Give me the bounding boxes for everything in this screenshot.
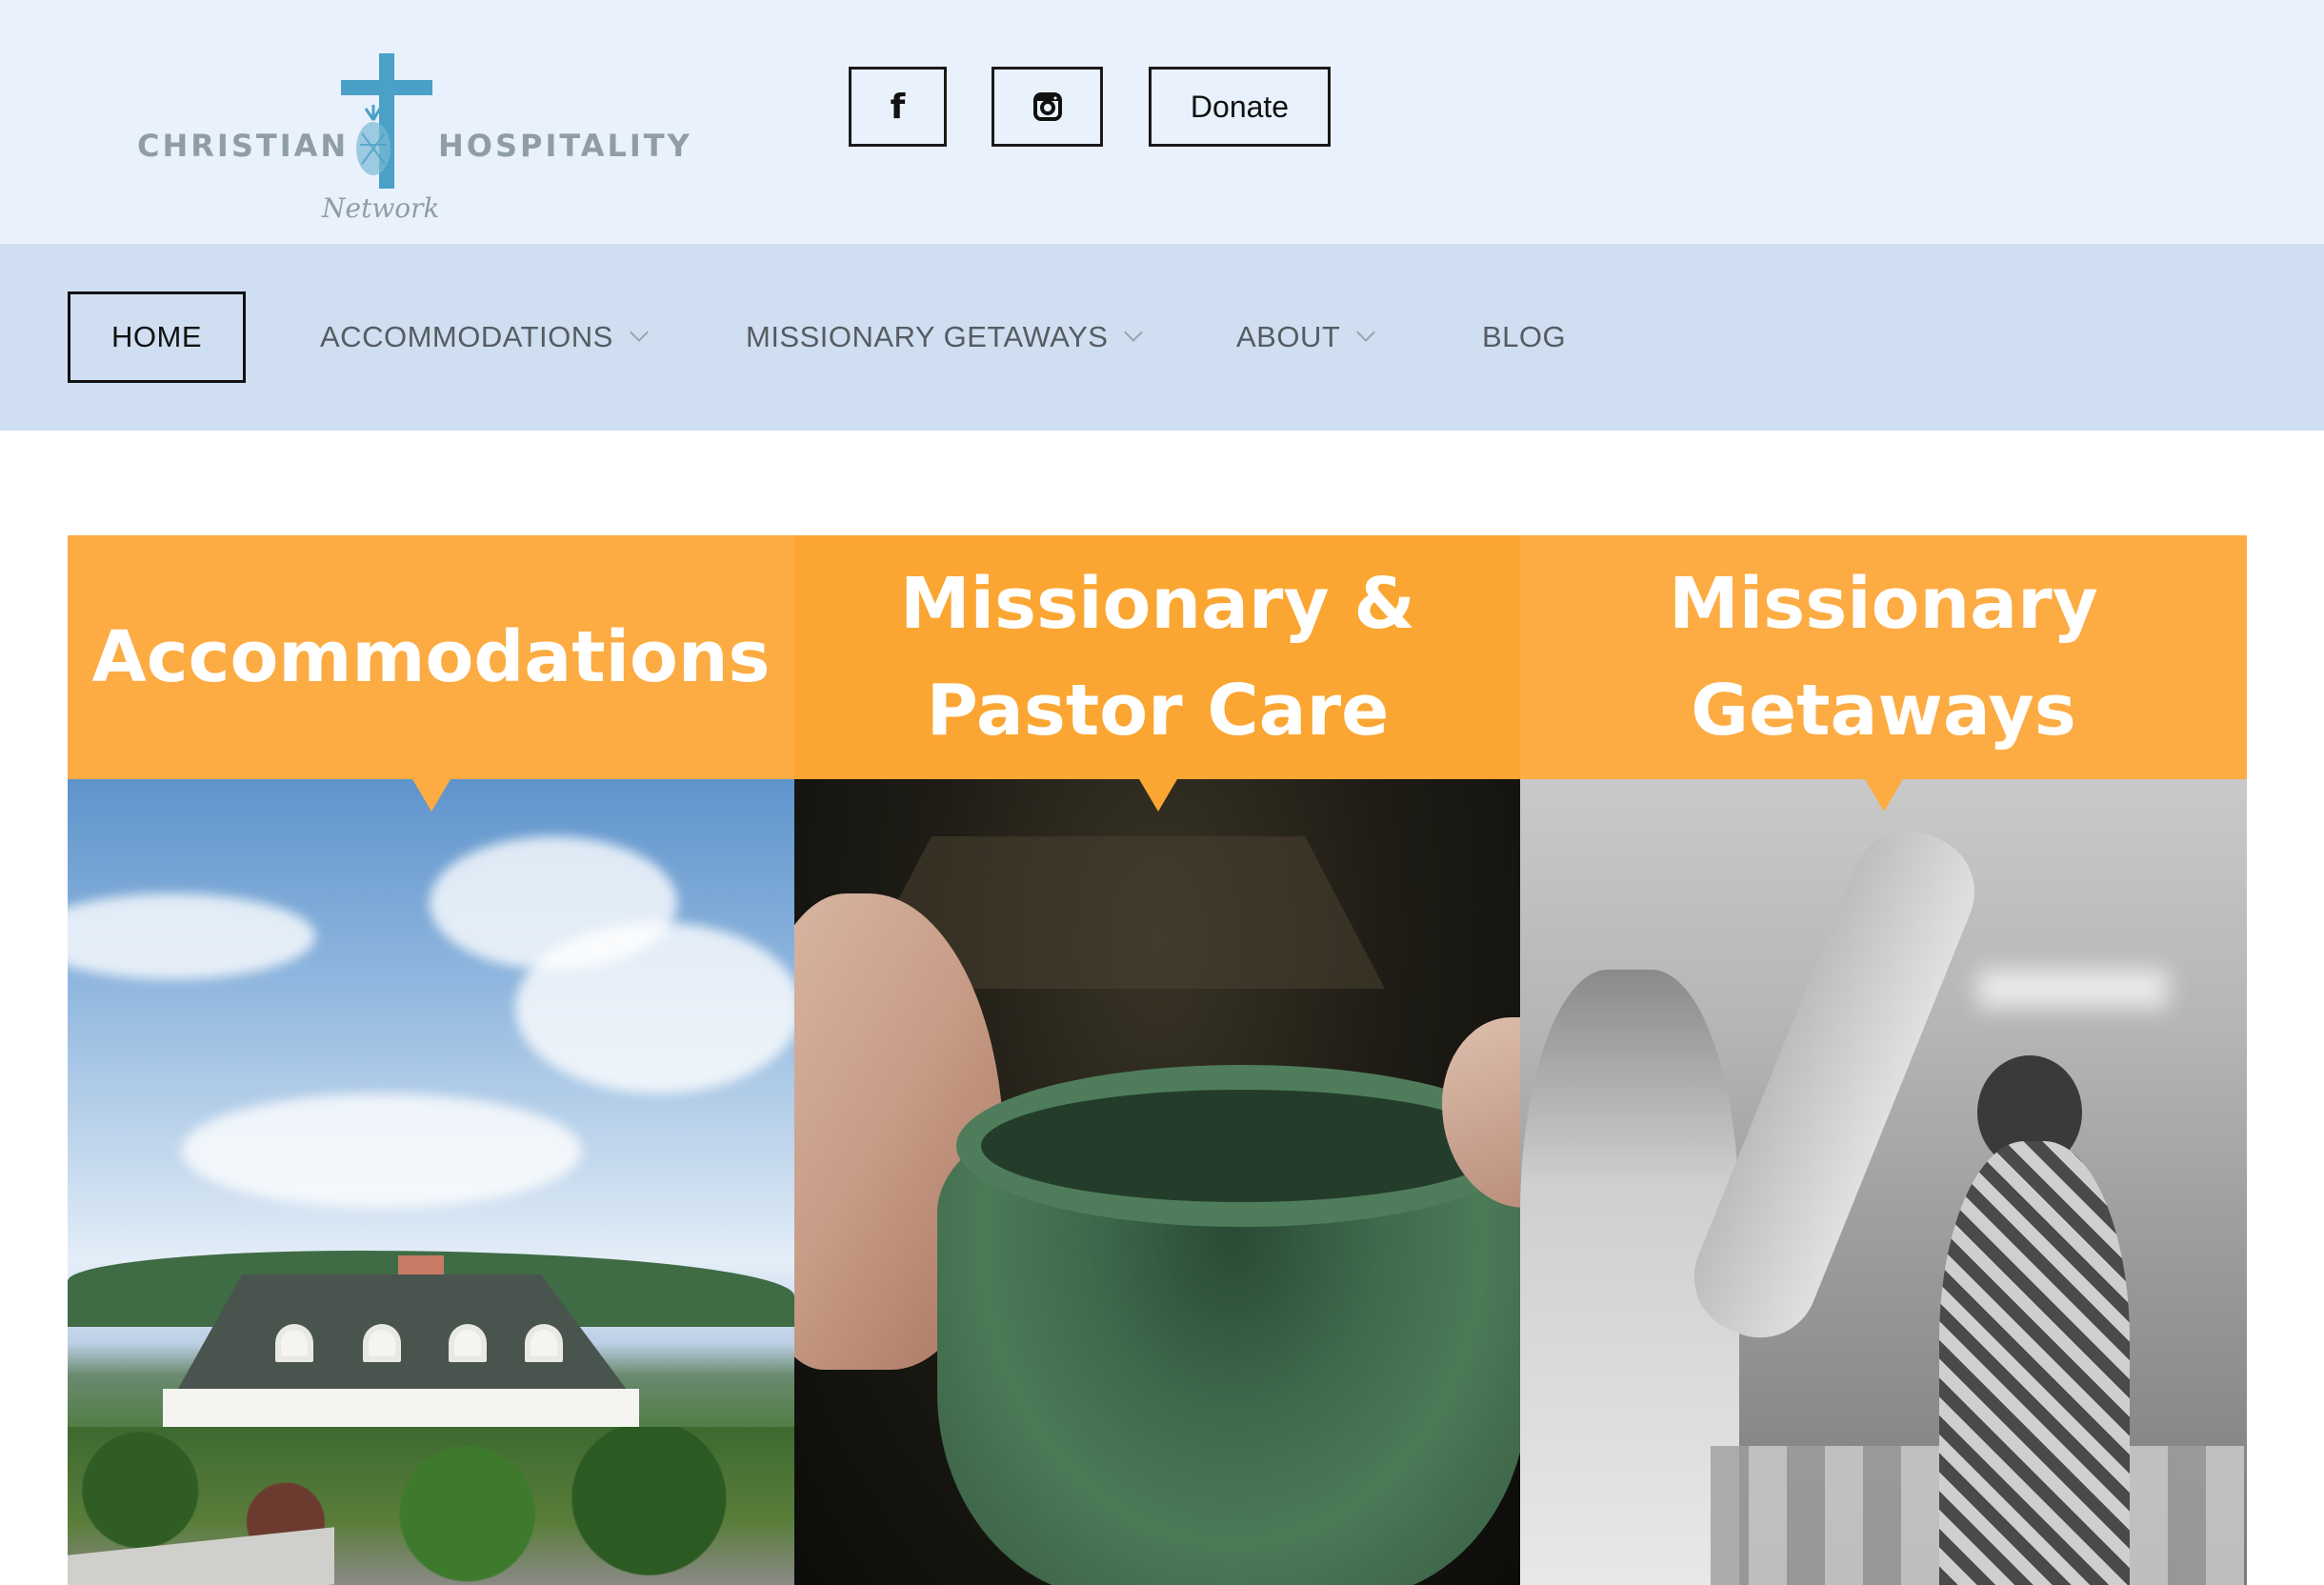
card-banner: Missionary & Pastor Care <box>794 535 1521 779</box>
site-logo[interactable]: CHRISTIAN HOSPITALITY Network <box>133 53 690 234</box>
facebook-button[interactable]: f <box>849 67 947 147</box>
nav-item-label: ACCOMMODATIONS <box>320 320 613 353</box>
banner-pointer <box>411 779 451 812</box>
logo-word-christian: CHRISTIAN <box>137 128 350 164</box>
card-banner: Accommodations <box>68 535 794 779</box>
nav-item-home[interactable]: HOME <box>68 291 246 383</box>
nav-item-label: MISSIONARY GETAWAYS <box>746 320 1109 353</box>
instagram-icon <box>1032 92 1062 121</box>
green-mug-in-hands-photo <box>794 779 1521 1585</box>
card-title-line: Getaways <box>1691 670 2076 752</box>
nav-item-label: ABOUT <box>1236 320 1341 353</box>
cross-pineapple-icon <box>341 53 432 189</box>
house-with-sky-photo <box>68 779 794 1585</box>
card-missionary-getaways[interactable]: Missionary Getaways <box>1520 535 2247 1585</box>
main-nav: HOME ACCOMMODATIONS MISSIONARY GETAWAYS … <box>0 244 2324 431</box>
card-accommodations[interactable]: Accommodations <box>68 535 794 1585</box>
site-header: CHRISTIAN HOSPITALITY Network f Donate <box>0 0 2324 244</box>
nav-item-blog[interactable]: BLOG <box>1482 291 1566 383</box>
nav-item-missionary-getaways[interactable]: MISSIONARY GETAWAYS <box>746 291 1144 383</box>
banner-pointer <box>1138 779 1177 812</box>
card-missionary-pastor-care[interactable]: Missionary & Pastor Care <box>794 535 1521 1585</box>
chevron-down-icon <box>629 323 649 342</box>
card-title-line: Missionary <box>1669 563 2098 645</box>
nav-item-label: HOME <box>111 320 202 353</box>
logo-subtitle: Network <box>322 192 440 224</box>
nav-item-about[interactable]: ABOUT <box>1236 291 1376 383</box>
banner-pointer <box>1864 779 1903 812</box>
card-banner: Missionary Getaways <box>1520 535 2247 779</box>
instagram-button[interactable] <box>992 67 1103 147</box>
donate-button[interactable]: Donate <box>1149 67 1331 147</box>
nav-item-accommodations[interactable]: ACCOMMODATIONS <box>320 291 649 383</box>
nav-item-label: BLOG <box>1482 320 1567 353</box>
facebook-icon: f <box>890 87 906 127</box>
logo-word-hospitality: HOSPITALITY <box>438 128 692 164</box>
chevron-down-icon <box>1356 323 1376 342</box>
worship-gathering-photo <box>1520 779 2247 1585</box>
card-title: Accommodations <box>91 616 771 698</box>
chevron-down-icon <box>1124 323 1144 342</box>
card-title-line: Missionary & <box>900 563 1415 645</box>
card-title-line: Pastor Care <box>926 670 1390 752</box>
